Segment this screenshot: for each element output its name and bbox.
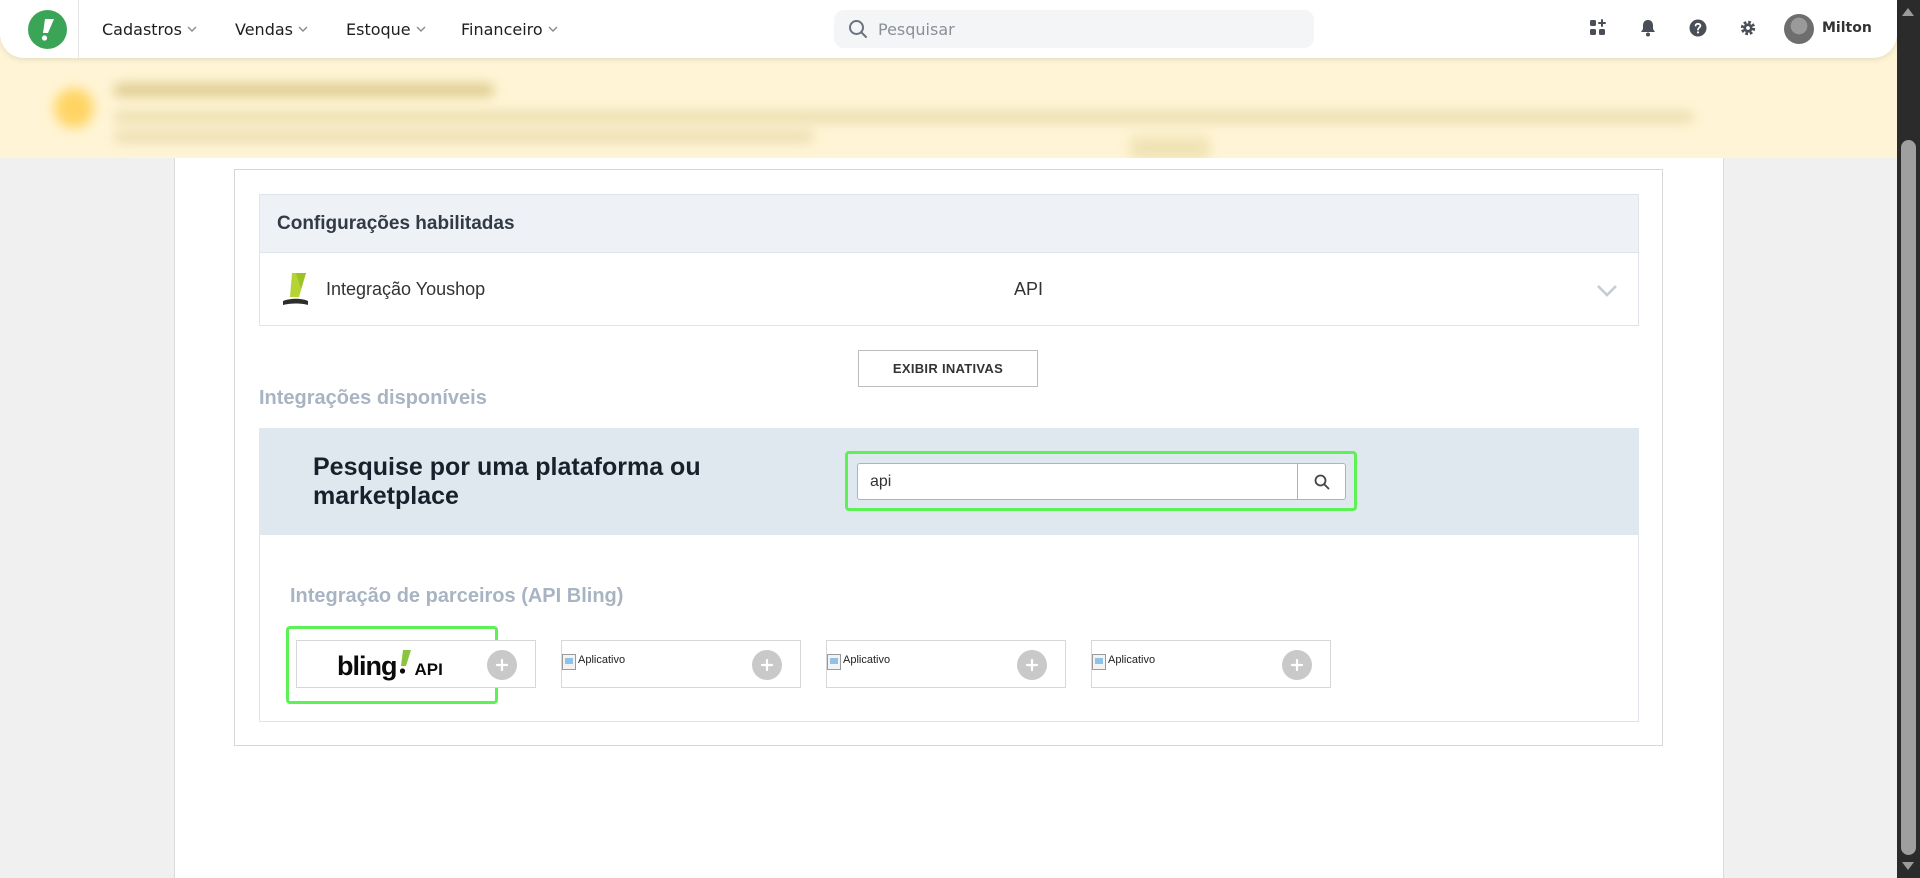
add-app-button[interactable] [1017,650,1047,680]
available-integrations-title: Integrações disponíveis [259,387,487,409]
apps-grid-icon [1590,19,1606,35]
plus-icon [760,658,774,672]
app-card-aplicativo[interactable]: Aplicativo [561,640,801,688]
banner-line [114,84,494,96]
nav-menu-label: Vendas [235,19,293,39]
gear-icon [1740,20,1756,36]
app-image-placeholder: Aplicativo [827,654,890,670]
scroll-down-arrow-icon[interactable] [1902,862,1914,870]
add-app-button[interactable] [487,650,517,680]
apps-grid-button[interactable] [1586,16,1610,40]
bell-icon [1641,20,1655,37]
app-image-placeholder: Aplicativo [1092,654,1155,670]
nav-menu-label: Estoque [346,19,411,39]
global-search-input[interactable] [878,19,1278,39]
platform-search-box [857,463,1346,500]
integration-type: API [1014,279,1044,299]
integration-name: Integração Youshop [326,279,486,299]
bling-logo-word: bling [337,651,397,681]
banner-icon [54,88,94,128]
chevron-down-icon [548,26,558,32]
search-icon [1314,474,1329,489]
nav-menu-label: Financeiro [461,19,543,39]
chevron-down-icon[interactable] [1596,279,1618,301]
search-icon [849,20,867,38]
platform-search-title: Pesquise por uma plataforma ou marketpla… [313,453,701,510]
platform-search-panel: Pesquise por uma plataforma ou marketpla… [259,428,1639,535]
enabled-configurations: Configurações habilitadas Integração You… [259,194,1639,326]
app-image-alt-text: Aplicativo [578,654,626,666]
integration-row-youshop[interactable]: Integração Youshop API [260,253,1638,325]
page-scrollbar[interactable] [1897,0,1920,878]
app-image-alt-text: Aplicativo [1108,654,1156,666]
app-image-alt-text: Aplicativo [843,654,891,666]
notifications-button[interactable] [1636,16,1660,40]
banner-action [1130,136,1210,158]
app-image-placeholder: Aplicativo [562,654,625,670]
banner-line [114,132,814,142]
broken-image-icon [827,654,841,670]
chevron-down-icon [298,26,308,32]
show-inactive-button[interactable]: EXIBIR INATIVAS [858,350,1038,387]
help-icon [1689,19,1707,37]
plus-icon [1290,658,1304,672]
app-card-aplicativo[interactable]: Aplicativo [1091,640,1331,688]
chevron-down-icon [416,26,426,32]
chevron-down-icon [187,26,197,32]
plus-icon [495,658,509,672]
bling-exclamation-icon [400,650,412,674]
app-logo[interactable] [28,10,67,49]
logo-divider [78,0,79,58]
app-card-bling-api[interactable]: bling API [296,640,536,688]
broken-image-icon [562,654,576,670]
add-app-button[interactable] [1282,650,1312,680]
settings-button[interactable] [1736,16,1760,40]
global-search [834,10,1314,48]
avatar[interactable] [1784,14,1814,44]
scrollbar-thumb[interactable] [1901,140,1916,855]
scroll-up-arrow-icon[interactable] [1902,8,1914,16]
logo-exclamation-icon [41,18,54,41]
bling-api-logo: bling API [337,649,443,682]
partner-integrations: Integração de parceiros (API Bling) blin… [259,535,1639,722]
enabled-configurations-title: Configurações habilitadas [260,195,1638,253]
help-button[interactable] [1686,16,1710,40]
platform-search-button[interactable] [1297,464,1345,499]
banner-line [114,112,1694,122]
youshop-logo-icon [283,273,308,305]
app-card-aplicativo[interactable]: Aplicativo [826,640,1066,688]
platform-search-input[interactable] [858,464,1297,499]
bling-logo-suffix: API [414,660,443,679]
partner-integrations-title: Integração de parceiros (API Bling) [290,585,624,607]
add-app-button[interactable] [752,650,782,680]
nav-menu-financeiro[interactable]: Financeiro [461,18,559,40]
nav-menu-vendas[interactable]: Vendas [235,18,309,40]
nav-menu-label: Cadastros [102,19,182,39]
nav-menu-estoque[interactable]: Estoque [346,18,427,40]
plus-icon [1025,658,1039,672]
nav-menu-cadastros[interactable]: Cadastros [102,18,198,40]
user-name[interactable]: Milton [1822,20,1872,36]
broken-image-icon [1092,654,1106,670]
top-navigation-bar: Cadastros Vendas Estoque Financeiro Pesq… [0,0,1897,58]
